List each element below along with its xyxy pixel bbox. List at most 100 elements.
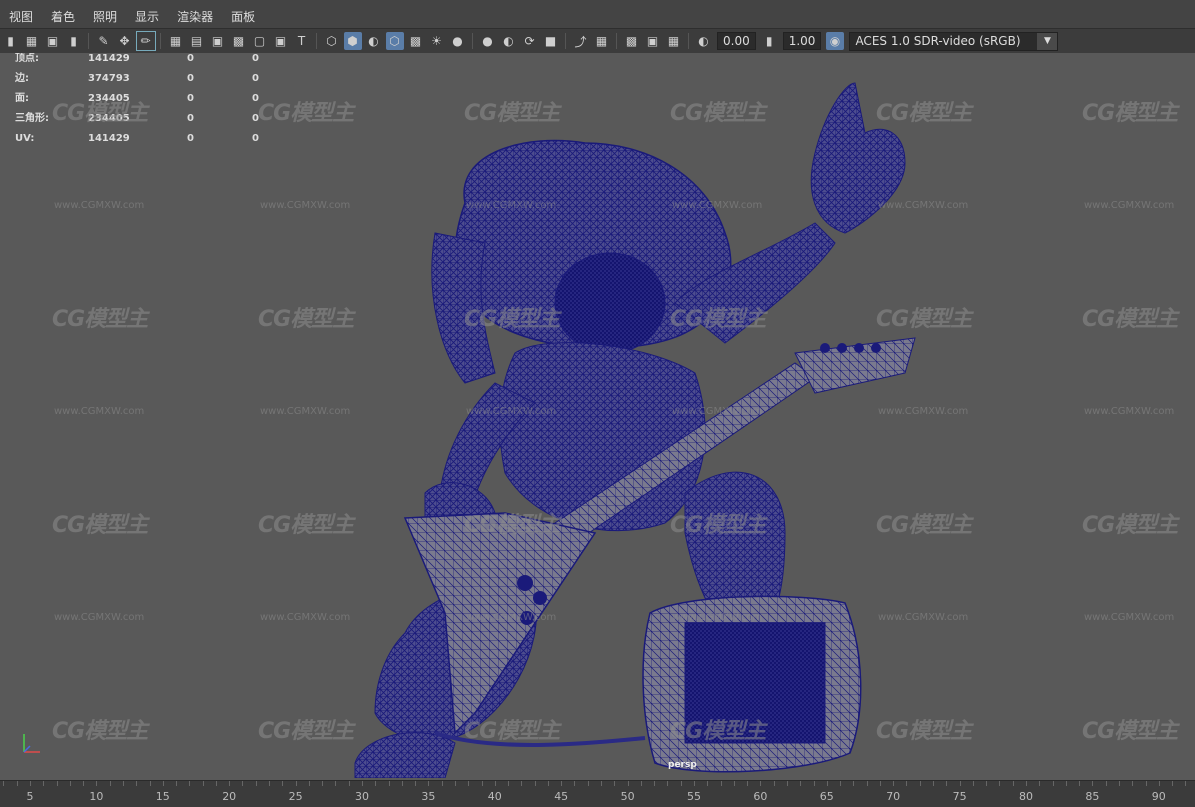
menu-renderer[interactable]: 渲染器	[168, 0, 222, 28]
timeline-tick-mark	[601, 781, 603, 786]
watermark-logo: CG模型主	[464, 513, 560, 538]
two-d-pan-icon[interactable]: ✥	[116, 32, 134, 50]
hud-value: 374793	[88, 73, 130, 84]
camera-attributes-icon[interactable]: ▦	[23, 32, 41, 50]
timeline-tick-label: 65	[819, 790, 834, 803]
timeline-tick-mark	[162, 781, 164, 786]
wireframe-character-model	[354, 82, 916, 778]
watermark-url: www.CGMXW.com	[878, 612, 969, 623]
camera-lock-icon[interactable]: ▣	[44, 32, 62, 50]
safe-action-icon[interactable]: ▣	[272, 32, 290, 50]
exposure-icon[interactable]: ◐	[695, 32, 713, 50]
time-slider[interactable]: 5 10 15 20 25 30 35 40 45 50 55 60 65 70 75 80 85 90	[0, 780, 1195, 807]
menu-shading[interactable]: 着色	[42, 0, 84, 28]
timeline-tick-label: 75	[952, 790, 967, 803]
smooth-shade-icon[interactable]: ⬢	[343, 32, 362, 50]
face-mesh	[554, 252, 666, 354]
timeline-tick-mark	[574, 781, 576, 786]
menu-view[interactable]: 视图	[0, 0, 42, 28]
watermark-url: www.CGMXW.com	[260, 406, 351, 417]
watermark-url: www.CGMXW.com	[1084, 406, 1175, 417]
camera-icon[interactable]: ▮	[2, 32, 20, 50]
timeline-tick-mark	[627, 781, 629, 786]
grease-pencil-icon[interactable]: ✏	[135, 31, 156, 51]
field-chart-icon[interactable]: ▢	[251, 32, 269, 50]
watermark-logo: CG模型主	[670, 101, 766, 126]
backface-culling-icon[interactable]: ▦	[665, 32, 683, 50]
depth-of-field-icon[interactable]: ■	[542, 32, 560, 50]
wireframe-on-shaded-icon[interactable]: ⬡	[385, 32, 404, 50]
hud-selected: 0	[187, 93, 194, 104]
timeline-tick-mark	[255, 781, 257, 786]
guitar-knob	[533, 591, 547, 605]
motion-blur-icon[interactable]: ◐	[500, 32, 518, 50]
film-gate-icon[interactable]: ▤	[188, 32, 206, 50]
timeline-tick-mark	[959, 781, 961, 786]
hud-value: 141429	[88, 133, 130, 144]
xray-active-components-icon[interactable]: ▩	[623, 32, 641, 50]
timeline-tick-label: 25	[288, 790, 303, 803]
watermark-url: www.CGMXW.com	[672, 612, 763, 623]
grid-icon[interactable]: ▦	[167, 32, 185, 50]
gamma-field[interactable]: 1.00	[782, 32, 822, 50]
watermark-logo: CG模型主	[52, 101, 148, 126]
timeline-tick-mark	[1105, 781, 1107, 786]
default-material-icon[interactable]: ◐	[365, 32, 383, 50]
resolution-gate-icon[interactable]: ▣	[209, 32, 227, 50]
lights-icon[interactable]: ☀	[428, 32, 446, 50]
safe-title-icon[interactable]: T	[293, 32, 311, 50]
timeline-tick-mark	[972, 781, 974, 786]
watermark-url: www.CGMXW.com	[672, 200, 763, 211]
anti-aliasing-icon[interactable]: ⟳	[521, 32, 539, 50]
timeline-tick-mark	[215, 781, 217, 786]
watermark-logo: CG模型主	[670, 307, 766, 332]
gate-mask-icon[interactable]: ▩	[230, 32, 248, 50]
ambient-occlusion-icon[interactable]: ●	[479, 32, 497, 50]
gamma-icon[interactable]: ▮	[760, 32, 778, 50]
timeline-tick-mark	[229, 781, 231, 786]
timeline-tick-label: 85	[1085, 790, 1100, 803]
timeline-tick-mark	[840, 781, 842, 786]
timeline-tick-mark	[454, 781, 456, 786]
wireframe-icon[interactable]: ⬡	[323, 32, 341, 50]
watermark-url: www.CGMXW.com	[1084, 612, 1175, 623]
image-plane-icon[interactable]: ✎	[95, 32, 113, 50]
xray-icon[interactable]: ▦	[593, 32, 611, 50]
isolate-select-icon[interactable]: ⤴	[572, 32, 590, 50]
timeline-tick-mark	[680, 781, 682, 786]
textured-icon[interactable]: ▩	[407, 32, 425, 50]
menu-show[interactable]: 显示	[126, 0, 168, 28]
timeline-tick-mark	[508, 781, 510, 786]
watermark-logo: CG模型主	[876, 719, 972, 744]
shadows-icon[interactable]: ●	[449, 32, 467, 50]
color-management-icon[interactable]: ◉	[825, 32, 844, 50]
hud-value: 141429	[88, 53, 130, 64]
color-space-dropdown[interactable]: ACES 1.0 SDR-video (sRGB) ▼	[849, 31, 1059, 51]
timeline-tick-label: 35	[421, 790, 436, 803]
timeline-tick-label: 60	[753, 790, 768, 803]
timeline-tick-mark	[999, 781, 1001, 786]
exposure-field[interactable]: 0.00	[717, 32, 756, 50]
timeline-tick-mark	[866, 781, 868, 786]
timeline-tick-mark	[348, 781, 350, 786]
hud-selected: 0	[187, 133, 194, 144]
menu-lighting[interactable]: 照明	[84, 0, 126, 28]
viewport-persp[interactable]: 顶点: 141429 0 0 边: 374793 0 0 面: 234405 0…	[0, 53, 1195, 780]
timeline-tick-mark	[694, 781, 695, 786]
menu-panels[interactable]: 面板	[222, 0, 264, 28]
timeline-tick-mark	[401, 781, 403, 786]
watermark-url: www.CGMXW.com	[466, 612, 557, 623]
bookmark-icon[interactable]: ▮	[65, 32, 83, 50]
timeline-tick-mark	[1118, 781, 1120, 786]
watermark-logo: CG模型主	[464, 101, 560, 126]
timeline-tick-label: 55	[687, 790, 701, 803]
xray-joints-icon[interactable]: ▣	[644, 32, 662, 50]
timeline-tick-mark	[667, 781, 669, 786]
timeline-tick-mark	[16, 781, 18, 786]
separator	[565, 33, 566, 49]
timeline-tick-mark	[295, 781, 297, 786]
chevron-down-icon[interactable]: ▼	[1037, 32, 1058, 50]
timeline-tick-mark	[149, 781, 151, 786]
timeline-tick-label: 40	[487, 790, 502, 803]
separator	[88, 33, 89, 49]
